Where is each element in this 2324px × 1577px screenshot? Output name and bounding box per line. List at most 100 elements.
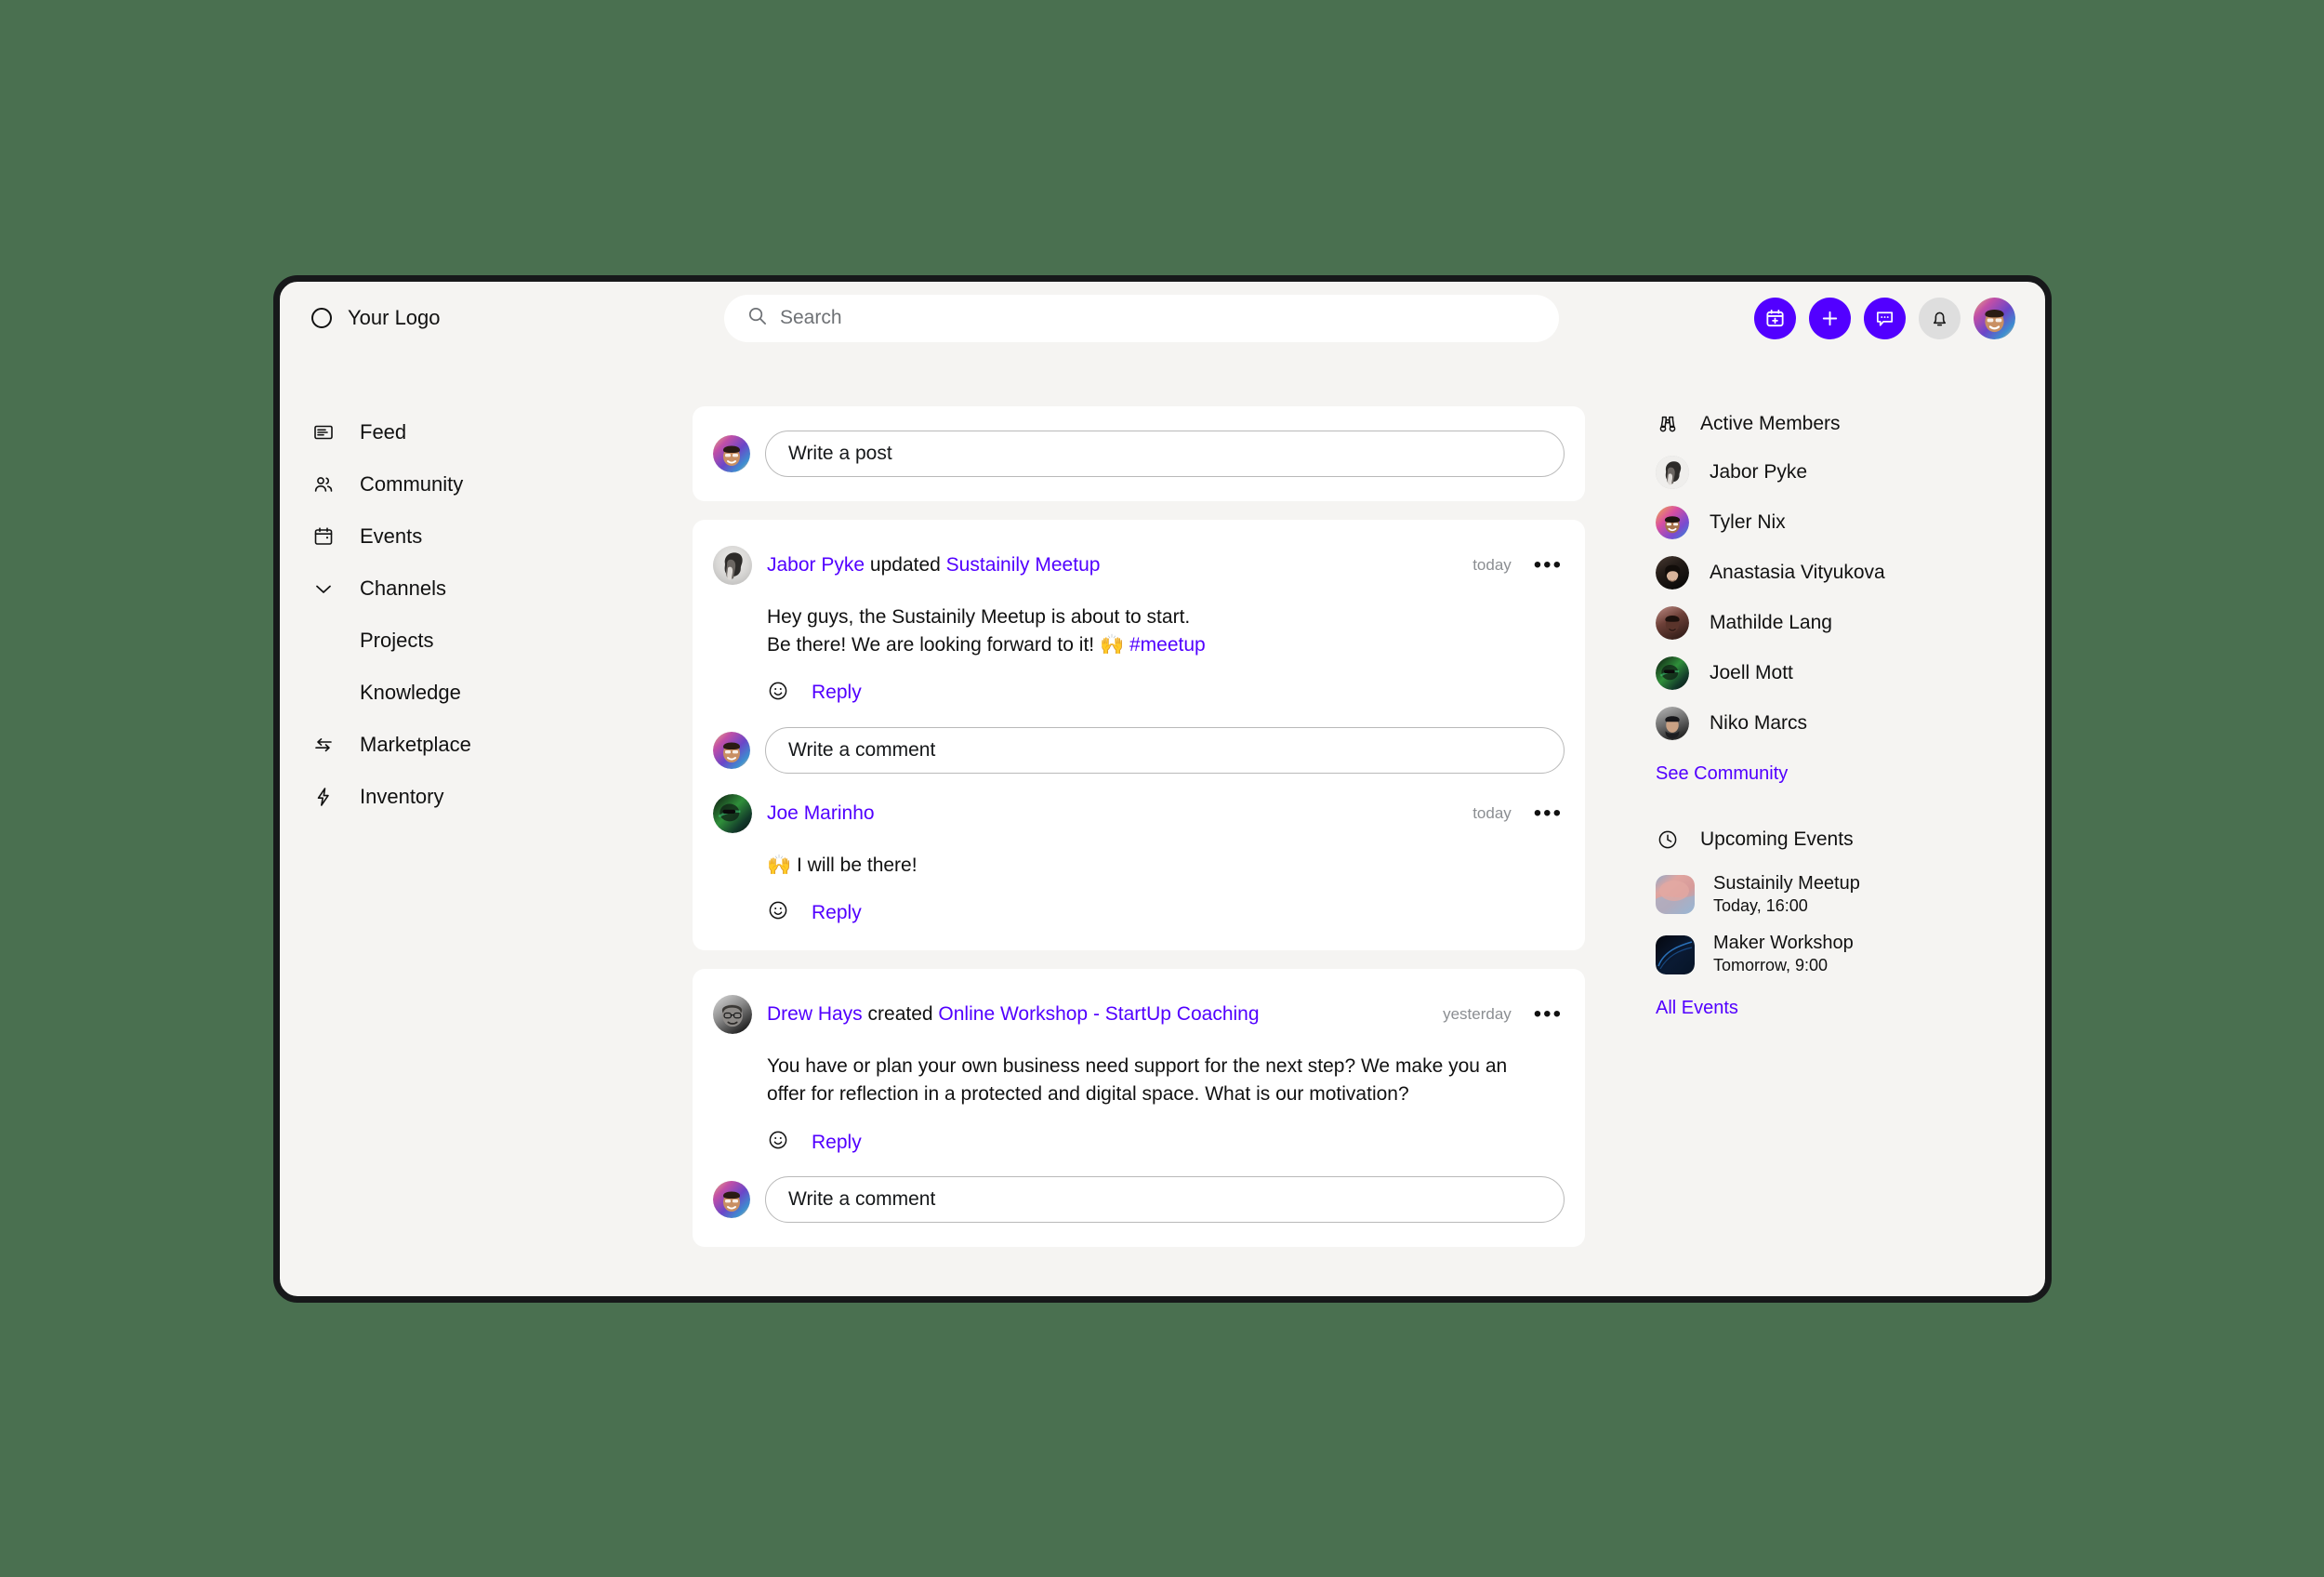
comment-author[interactable]: Joe Marinho bbox=[767, 802, 875, 824]
calendar-icon bbox=[311, 524, 336, 549]
post-card: Drew Hays created Online Workshop - Star… bbox=[693, 969, 1585, 1248]
sidebar-item-label: Channels bbox=[360, 576, 446, 600]
sidebar-item-feed[interactable]: Feed bbox=[311, 406, 693, 458]
create-event-button[interactable] bbox=[1754, 297, 1796, 339]
post-hashtag[interactable]: #meetup bbox=[1129, 634, 1206, 656]
comment-text: I will be there! bbox=[797, 854, 918, 876]
member-name: Joell Mott bbox=[1710, 661, 1793, 683]
exchange-icon bbox=[311, 733, 336, 757]
reply-button[interactable]: Reply bbox=[812, 682, 862, 704]
avatar bbox=[1656, 555, 1689, 590]
upcoming-events-title: Upcoming Events bbox=[1700, 828, 1854, 850]
search-bar bbox=[724, 294, 1559, 342]
upcoming-events-header: Upcoming Events bbox=[1656, 822, 2014, 857]
reply-button[interactable]: Reply bbox=[812, 1132, 862, 1154]
all-events-link[interactable]: All Events bbox=[1656, 998, 1738, 1019]
event-item[interactable]: Maker Workshop Tomorrow, 9:00 bbox=[1656, 932, 2014, 976]
avatar[interactable] bbox=[713, 793, 752, 833]
messages-button[interactable] bbox=[1864, 297, 1906, 339]
app-window: Your Logo Search Feed Community Events C… bbox=[273, 275, 2052, 1303]
sidebar-item-label: Community bbox=[360, 472, 464, 496]
post-action: created bbox=[867, 1003, 933, 1026]
post-body-text: Be there! We are looking forward to it! bbox=[767, 633, 1095, 656]
avatar bbox=[1656, 706, 1689, 740]
more-options-icon[interactable]: ••• bbox=[1532, 554, 1565, 576]
comment-header: Joe Marinho today ••• bbox=[713, 793, 1565, 833]
binoculars-icon bbox=[1656, 412, 1680, 436]
post-card: Jabor Pyke updated Sustainily Meetup tod… bbox=[693, 520, 1585, 951]
people-icon bbox=[311, 472, 336, 497]
sidebar-item-label: Feed bbox=[360, 420, 407, 444]
avatar bbox=[1656, 505, 1689, 539]
sidebar-item-channels[interactable]: Channels bbox=[311, 563, 693, 615]
brand[interactable]: Your Logo bbox=[311, 306, 724, 330]
event-time: Tomorrow, 9:00 bbox=[1713, 956, 1829, 975]
avatar[interactable] bbox=[713, 546, 752, 585]
avatar bbox=[1656, 455, 1689, 489]
avatar[interactable] bbox=[713, 995, 752, 1035]
right-rail: Active Members Jabor Pyke Tyler Nix Anas… bbox=[1585, 406, 2045, 1296]
write-post-input[interactable] bbox=[765, 431, 1565, 477]
raised-hands-emoji: 🙌 bbox=[1099, 632, 1125, 656]
member-item[interactable]: Tyler Nix bbox=[1656, 502, 2014, 542]
write-comment-input[interactable] bbox=[765, 1176, 1565, 1224]
post-author[interactable]: Jabor Pyke bbox=[767, 554, 865, 576]
smiley-icon[interactable] bbox=[767, 1129, 789, 1156]
top-actions bbox=[1754, 297, 2023, 339]
search-input[interactable] bbox=[780, 294, 1537, 342]
sidebar-item-projects[interactable]: Projects bbox=[311, 615, 693, 667]
member-name: Jabor Pyke bbox=[1710, 460, 1808, 483]
see-community-link[interactable]: See Community bbox=[1656, 763, 1788, 785]
comment-item: Joe Marinho today ••• 🙌 I will be there! bbox=[713, 793, 1565, 927]
user-avatar[interactable] bbox=[1974, 297, 2015, 339]
smiley-icon[interactable] bbox=[767, 680, 789, 707]
chevron-down-icon bbox=[311, 576, 336, 601]
avatar bbox=[1656, 656, 1689, 690]
sidebar-item-label: Events bbox=[360, 524, 423, 548]
post-author[interactable]: Drew Hays bbox=[767, 1003, 863, 1025]
post-title: Drew Hays created Online Workshop - Star… bbox=[767, 1003, 1260, 1026]
member-item[interactable]: Anastasia Vityukova bbox=[1656, 552, 2014, 592]
more-options-icon[interactable]: ••• bbox=[1532, 802, 1565, 824]
post-composer bbox=[713, 431, 1565, 477]
post-title: Jabor Pyke updated Sustainily Meetup bbox=[767, 554, 1100, 576]
member-item[interactable]: Mathilde Lang bbox=[1656, 603, 2014, 643]
feed-icon bbox=[311, 420, 336, 444]
member-item[interactable]: Jabor Pyke bbox=[1656, 452, 2014, 492]
event-item[interactable]: Sustainily Meetup Today, 16:00 bbox=[1656, 872, 2014, 917]
post-target[interactable]: Online Workshop - StartUp Coaching bbox=[938, 1003, 1259, 1025]
post-body-line2: offer for reflection in a protected and … bbox=[767, 1083, 1409, 1106]
post-body-line: Hey guys, the Sustainily Meetup is about… bbox=[767, 606, 1191, 628]
active-members-header: Active Members bbox=[1656, 406, 2014, 442]
sidebar-item-label: Knowledge bbox=[360, 681, 461, 704]
sidebar-item-label: Inventory bbox=[360, 785, 444, 808]
smiley-icon[interactable] bbox=[767, 899, 789, 926]
sidebar-item-events[interactable]: Events bbox=[311, 510, 693, 563]
event-time: Today, 16:00 bbox=[1713, 896, 1808, 915]
sidebar-item-marketplace[interactable]: Marketplace bbox=[311, 719, 693, 771]
notifications-button[interactable] bbox=[1919, 297, 1961, 339]
avatar bbox=[1656, 605, 1689, 640]
more-options-icon[interactable]: ••• bbox=[1532, 1003, 1565, 1026]
sidebar-item-community[interactable]: Community bbox=[311, 458, 693, 510]
event-thumbnail bbox=[1656, 875, 1695, 915]
avatar bbox=[713, 731, 750, 769]
post-target[interactable]: Sustainily Meetup bbox=[946, 554, 1101, 576]
event-thumbnail bbox=[1656, 934, 1695, 974]
bolt-icon bbox=[311, 785, 336, 809]
raised-hands-emoji: 🙌 bbox=[767, 853, 792, 876]
comment-body: 🙌 I will be there! bbox=[767, 852, 1511, 880]
reply-button[interactable]: Reply bbox=[812, 902, 862, 924]
sidebar-item-inventory[interactable]: Inventory bbox=[311, 771, 693, 823]
active-members-title: Active Members bbox=[1700, 413, 1841, 434]
post-meta: yesterday ••• bbox=[1443, 1003, 1565, 1026]
write-comment-input[interactable] bbox=[765, 726, 1565, 774]
sidebar-item-knowledge[interactable]: Knowledge bbox=[311, 667, 693, 719]
create-button[interactable] bbox=[1809, 297, 1851, 339]
rail-divider bbox=[1656, 785, 2014, 822]
post-action: updated bbox=[869, 554, 941, 576]
avatar bbox=[713, 435, 750, 472]
member-item[interactable]: Joell Mott bbox=[1656, 653, 2014, 693]
member-item[interactable]: Niko Marcs bbox=[1656, 703, 2014, 743]
search-box[interactable] bbox=[724, 294, 1559, 342]
